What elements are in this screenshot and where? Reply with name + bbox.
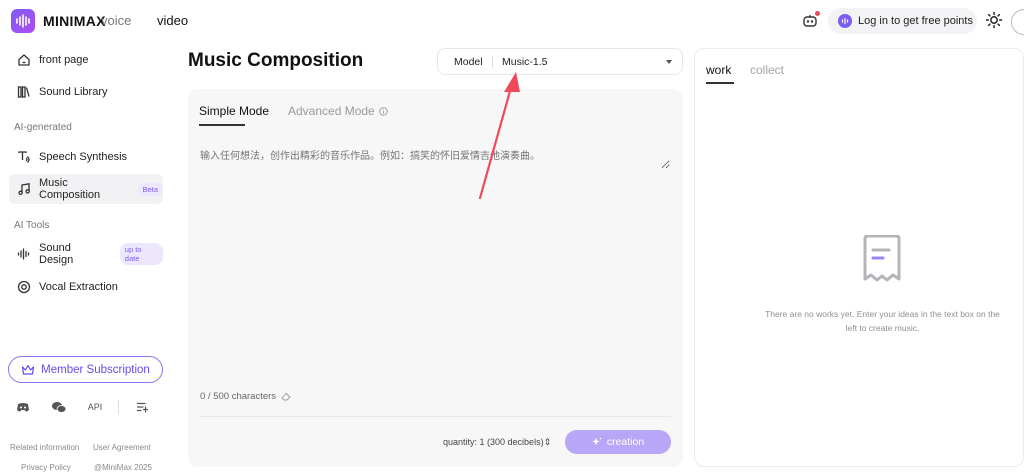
sidebar-item-sound-design[interactable]: Sound Design up to date	[9, 239, 163, 269]
sidebar-item-front-page[interactable]: front page	[9, 45, 163, 75]
empty-document-icon	[863, 235, 901, 282]
robot-icon[interactable]	[799, 10, 821, 32]
section-ai-tools: AI Tools	[14, 220, 50, 231]
member-subscription-button[interactable]: Member Subscription	[8, 356, 163, 383]
empty-state-text: There are no works yet. Enter your ideas…	[765, 309, 1000, 333]
model-label: Model	[454, 55, 483, 68]
vocal-extraction-icon	[17, 280, 31, 294]
model-select[interactable]: Model Music-1.5	[437, 48, 683, 75]
tab-advanced-mode[interactable]: Advanced Mode	[288, 104, 388, 118]
copyright-text: @MiniMax 2025	[94, 463, 152, 472]
sidebar-item-vocal-extraction[interactable]: Vocal Extraction	[9, 272, 163, 302]
create-label: creation	[606, 436, 645, 448]
text-to-speech-icon	[18, 151, 30, 163]
prompt-input[interactable]	[200, 147, 670, 169]
character-counter: 0 / 500 characters	[200, 391, 291, 402]
home-icon	[18, 54, 30, 66]
library-icon	[17, 86, 30, 98]
active-tab-indicator	[199, 124, 245, 126]
notification-dot	[815, 11, 820, 16]
privacy-policy-link[interactable]: Privacy Policy	[21, 463, 71, 472]
sidebar-item-label: Vocal Extraction	[39, 281, 118, 293]
info-icon[interactable]	[378, 106, 388, 116]
related-information-link[interactable]: Related information	[10, 443, 79, 452]
sound-wave-icon	[17, 248, 30, 260]
login-button[interactable]: Log in to get free points	[828, 8, 977, 34]
sidebar-footer-icons: API	[10, 396, 155, 418]
sidebar-item-label: Speech Synthesis	[39, 151, 128, 163]
brand-logo[interactable]: MINIMAX	[11, 9, 106, 33]
create-button[interactable]: creation	[565, 430, 671, 454]
sidebar-item-speech-synthesis[interactable]: Speech Synthesis	[9, 142, 163, 172]
character-count-text: 0 / 500 characters	[200, 391, 277, 402]
user-agreement-link[interactable]: User Agreement	[93, 443, 151, 452]
clear-eraser-icon[interactable]	[281, 392, 291, 401]
nav-voice[interactable]: voice	[101, 13, 131, 28]
chevron-down-icon	[666, 59, 672, 64]
tab-work[interactable]: work	[706, 63, 731, 77]
discord-icon[interactable]	[10, 396, 36, 418]
up-to-date-badge: up to date	[119, 243, 163, 265]
sidebar-item-label: Sound Design	[39, 242, 74, 266]
sidebar-item-music-composition[interactable]: Music Composition Beta	[9, 174, 163, 204]
brand-name: MINIMAX	[43, 13, 106, 29]
footer-divider	[118, 400, 119, 414]
quantity-text: quantity: 1 (300 decibels)	[443, 437, 544, 447]
model-value: Music-1.5	[502, 55, 548, 68]
active-works-tab-indicator	[706, 82, 734, 84]
model-divider	[492, 55, 493, 68]
login-label: Log in to get free points	[858, 15, 973, 27]
member-label: Member Subscription	[41, 363, 150, 376]
sidebar-item-label: Sound Library	[39, 86, 108, 98]
account-button[interactable]	[1011, 9, 1024, 35]
sparkle-icon	[592, 437, 602, 446]
composition-editor: Simple Mode Advanced Mode 0 / 500 charac…	[188, 89, 683, 467]
feedback-list-icon[interactable]	[129, 396, 155, 418]
voice-wave-icon	[838, 14, 852, 28]
page-title: Music Composition	[188, 50, 364, 71]
beta-badge: Beta	[137, 182, 163, 196]
music-note-icon	[18, 183, 30, 196]
tab-advanced-label: Advanced Mode	[288, 104, 375, 118]
theme-toggle-sun-icon[interactable]	[985, 11, 1003, 29]
sidebar: front page Sound Library AI-generated Sp…	[0, 42, 172, 475]
tab-collect[interactable]: collect	[750, 63, 784, 77]
crown-icon	[22, 364, 35, 375]
sidebar-item-sound-library[interactable]: Sound Library	[9, 77, 163, 107]
section-ai-generated: AI-generated	[14, 122, 72, 133]
works-panel: work collect There are no works yet. Ent…	[694, 48, 1024, 467]
sidebar-item-label: front page	[39, 54, 89, 66]
api-link[interactable]: API	[82, 396, 108, 418]
top-bar: MINIMAX voice video Log in to get free p…	[0, 0, 1024, 42]
nav-video[interactable]: video	[157, 13, 188, 28]
sort-arrows-icon: ⇕	[543, 437, 552, 447]
editor-divider	[199, 416, 671, 417]
sidebar-item-label: Music Composition	[39, 177, 101, 201]
wechat-icon[interactable]	[46, 396, 72, 418]
quantity-selector[interactable]: quantity: 1 (300 decibels)⇕	[443, 437, 551, 448]
tab-simple-mode[interactable]: Simple Mode	[199, 104, 269, 118]
waveform-logo-icon	[11, 9, 35, 33]
